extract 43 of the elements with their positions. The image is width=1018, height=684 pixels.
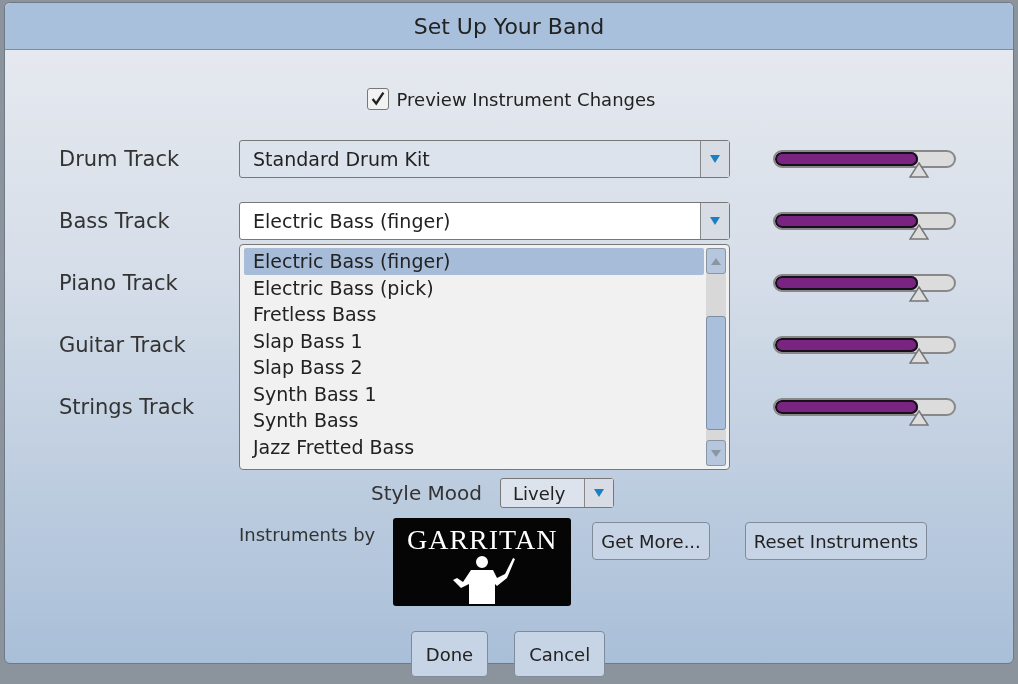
volume-slider[interactable]: [773, 150, 956, 180]
checkbox[interactable]: [366, 88, 389, 110]
scroll-thumb[interactable]: [706, 316, 726, 430]
slider-thumb[interactable]: [909, 224, 930, 240]
slider-thumb[interactable]: [909, 162, 930, 178]
list-option[interactable]: Electric Bass (pick): [244, 274, 704, 301]
list-option[interactable]: Slap Bass 2: [244, 354, 704, 381]
list-option[interactable]: Jazz Fretted Bass: [244, 433, 704, 460]
scroll-up-icon: [711, 257, 721, 265]
track-label: Strings Track: [59, 395, 196, 419]
slider-thumb[interactable]: [909, 286, 930, 302]
list-option[interactable]: Synth Bass: [244, 407, 704, 434]
list-option[interactable]: Electric Bass (finger): [244, 248, 704, 275]
list-option[interactable]: Fretless Bass: [244, 301, 704, 328]
track-label: Bass Track: [59, 209, 171, 233]
track-label: Guitar Track: [59, 333, 187, 357]
list-option[interactable]: Synth Bass 1: [244, 380, 704, 407]
volume-slider[interactable]: [773, 398, 956, 428]
list-option[interactable]: Slap Bass 1: [244, 327, 704, 354]
scroll-down-icon: [711, 449, 721, 457]
scrollbar[interactable]: [706, 248, 726, 466]
dialog-button[interactable]: Done: [410, 631, 489, 677]
credits-label: Instruments by: [239, 524, 376, 545]
style-mood-label: Style Mood: [371, 481, 482, 505]
action-button[interactable]: Reset Instruments: [744, 522, 928, 560]
slider-thumb[interactable]: [909, 410, 930, 426]
track-label: Drum Track: [59, 147, 181, 171]
dropdown-caret-icon: [710, 154, 720, 164]
slider-thumb[interactable]: [909, 348, 930, 364]
dropdown-caret-icon: [594, 488, 604, 498]
volume-slider[interactable]: [773, 274, 956, 304]
volume-slider[interactable]: [773, 336, 956, 366]
action-button[interactable]: Get More...: [592, 522, 710, 560]
dialog-button[interactable]: Cancel: [514, 631, 606, 677]
instrument-dropdown[interactable]: Standard Drum Kit: [239, 140, 730, 178]
checkbox-label: Preview Instrument Changes: [396, 88, 656, 110]
track-label: Piano Track: [59, 271, 179, 295]
style-mood-dropdown[interactable]: Lively: [500, 478, 614, 508]
window-title: Set Up Your Band: [413, 13, 605, 39]
dropdown-caret-icon: [710, 216, 720, 226]
instrument-dropdown[interactable]: Electric Bass (finger): [239, 202, 730, 240]
garritan-logo: GARRITAN: [393, 518, 572, 606]
volume-slider[interactable]: [773, 212, 956, 242]
